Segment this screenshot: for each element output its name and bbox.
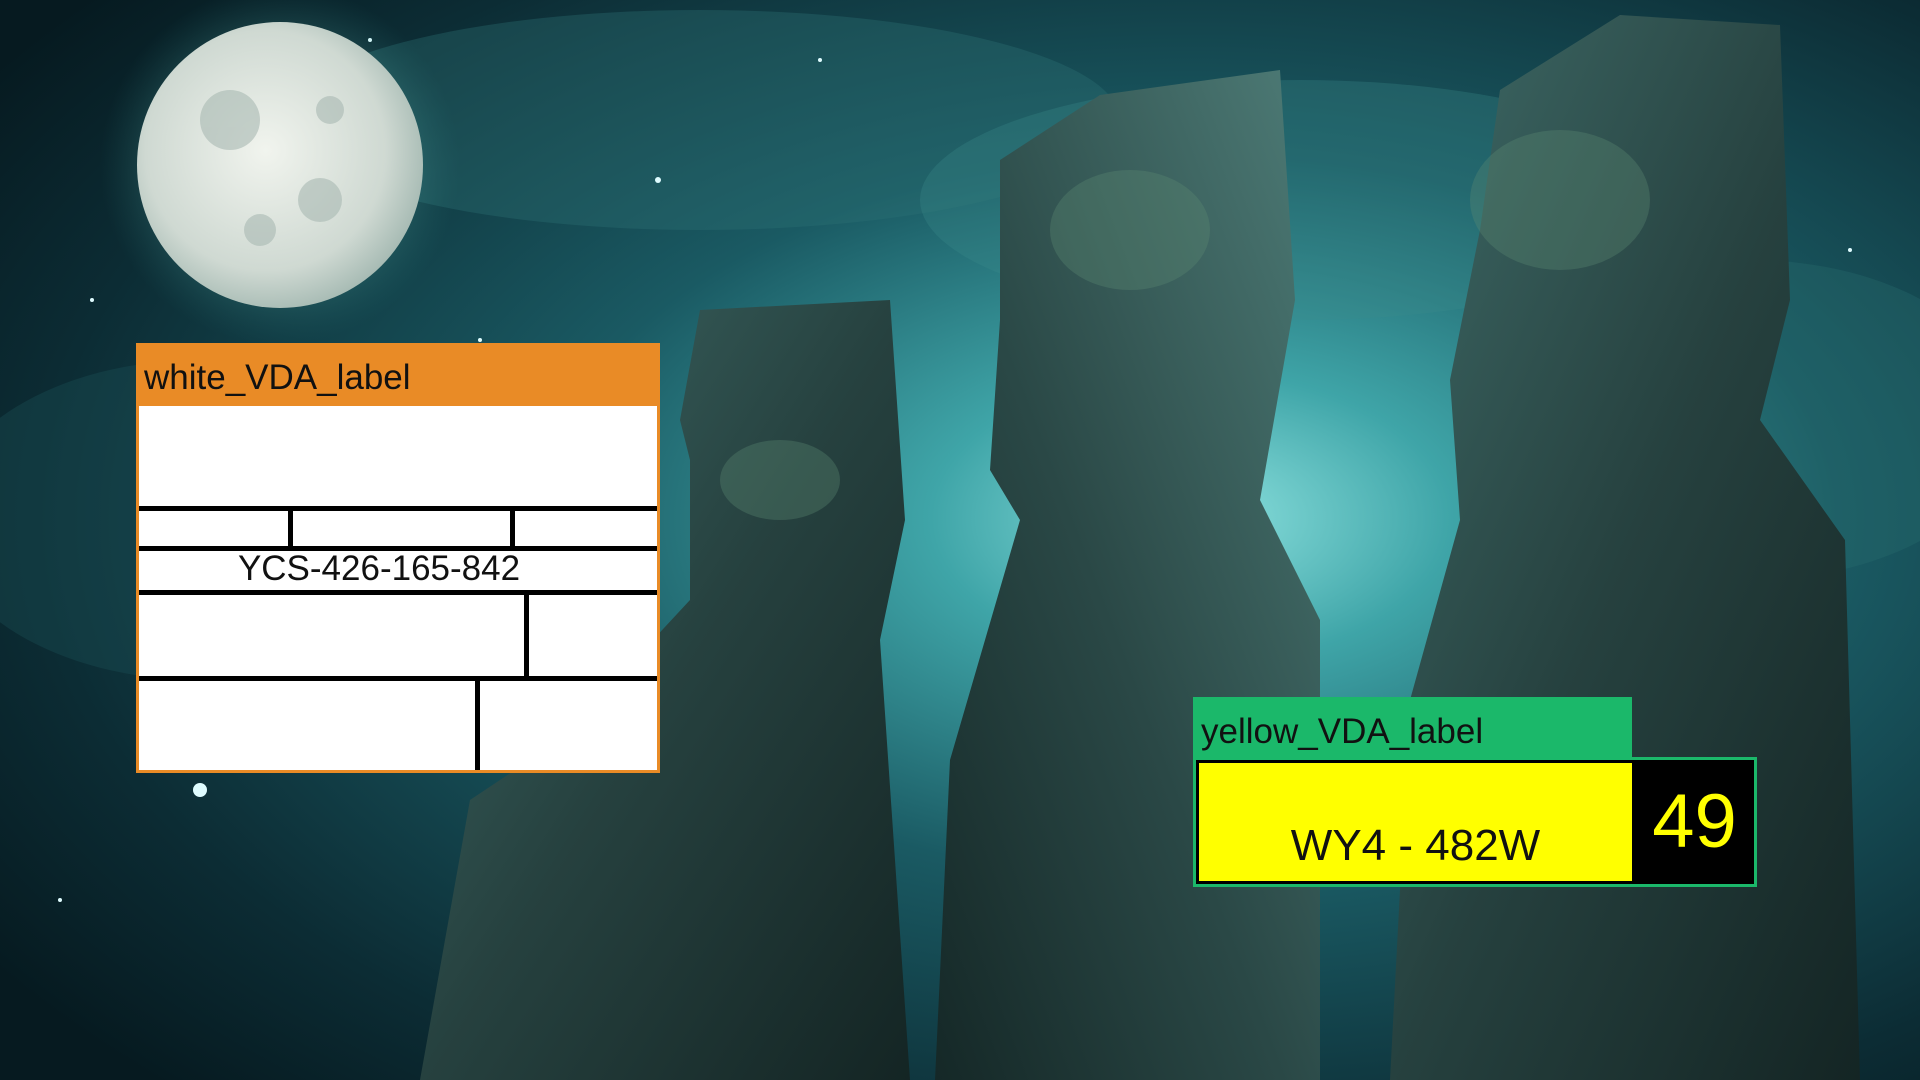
label-divider (524, 590, 529, 676)
yellow-plate: WY4 - 482W (1199, 763, 1632, 881)
white-vda-label-box: YCS-426-165-842 (136, 403, 660, 773)
yellow-vda-label-tag: yellow_VDA_label (1193, 697, 1632, 757)
yellow-vda-label-box: WY4 - 482W 49 (1193, 757, 1757, 887)
white-vda-label-code: YCS-426-165-842 (237, 549, 521, 588)
label-divider (510, 506, 515, 548)
label-divider (475, 676, 480, 770)
yellow-vda-label-code: WY4 - 482W (1290, 821, 1541, 870)
label-rule (139, 590, 657, 595)
label-rule (139, 506, 657, 511)
label-rule (139, 676, 657, 681)
yellow-vda-label-tag-text: yellow_VDA_label (1201, 712, 1484, 751)
yellow-vda-label-number: 49 (1652, 779, 1737, 864)
white-vda-label-tag-text: white_VDA_label (144, 358, 411, 397)
label-divider (288, 506, 293, 548)
white-vda-label-tag: white_VDA_label (136, 343, 660, 403)
